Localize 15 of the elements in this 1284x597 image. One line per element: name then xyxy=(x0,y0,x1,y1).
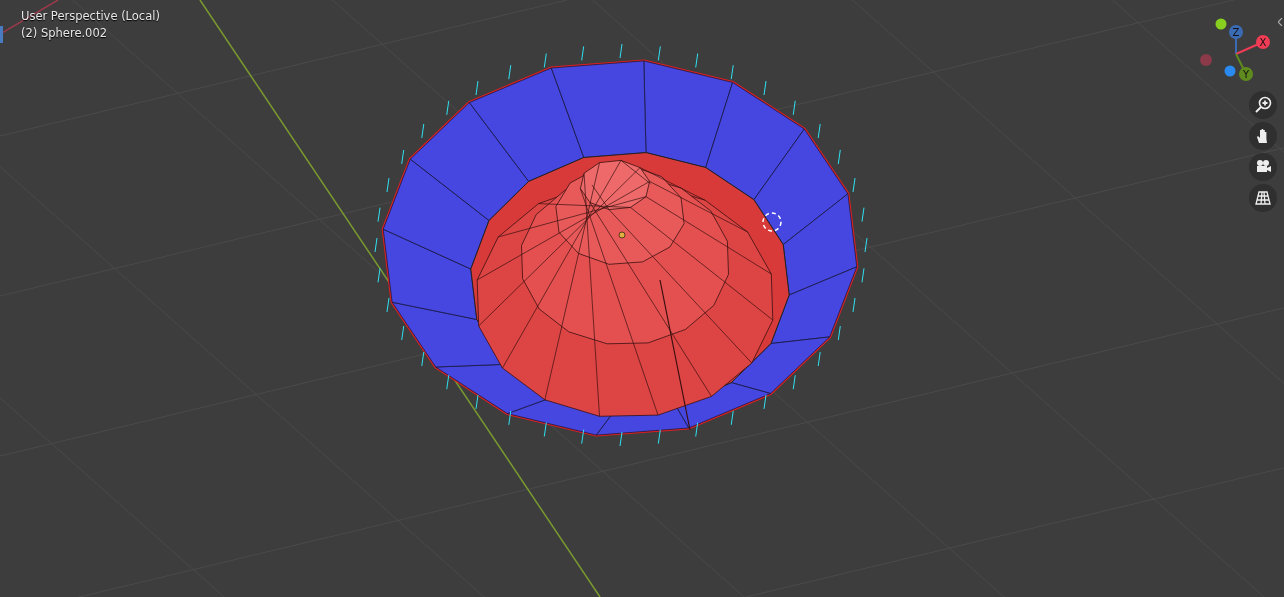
negative-y-axis-ball[interactable] xyxy=(1224,65,1236,77)
zoom-icon[interactable] xyxy=(1249,91,1277,119)
hand-icon[interactable] xyxy=(1249,122,1277,150)
camera-icon[interactable] xyxy=(1249,153,1277,181)
grid-icon[interactable] xyxy=(1249,184,1277,212)
object-info: (2) Sphere.002 xyxy=(21,26,109,40)
chevron-icon[interactable] xyxy=(1278,18,1283,26)
negative-z-axis-ball[interactable] xyxy=(1215,18,1227,30)
3d-cursor-icon xyxy=(762,212,782,232)
view-name: User Perspective (Local) xyxy=(21,9,160,23)
axis-handle[interactable]: Z xyxy=(1229,25,1243,55)
object-origin-icon xyxy=(618,231,626,239)
axis-handle[interactable]: Y xyxy=(1235,53,1253,81)
panel-edge xyxy=(0,26,3,43)
axis-handle[interactable]: X xyxy=(1235,35,1270,55)
